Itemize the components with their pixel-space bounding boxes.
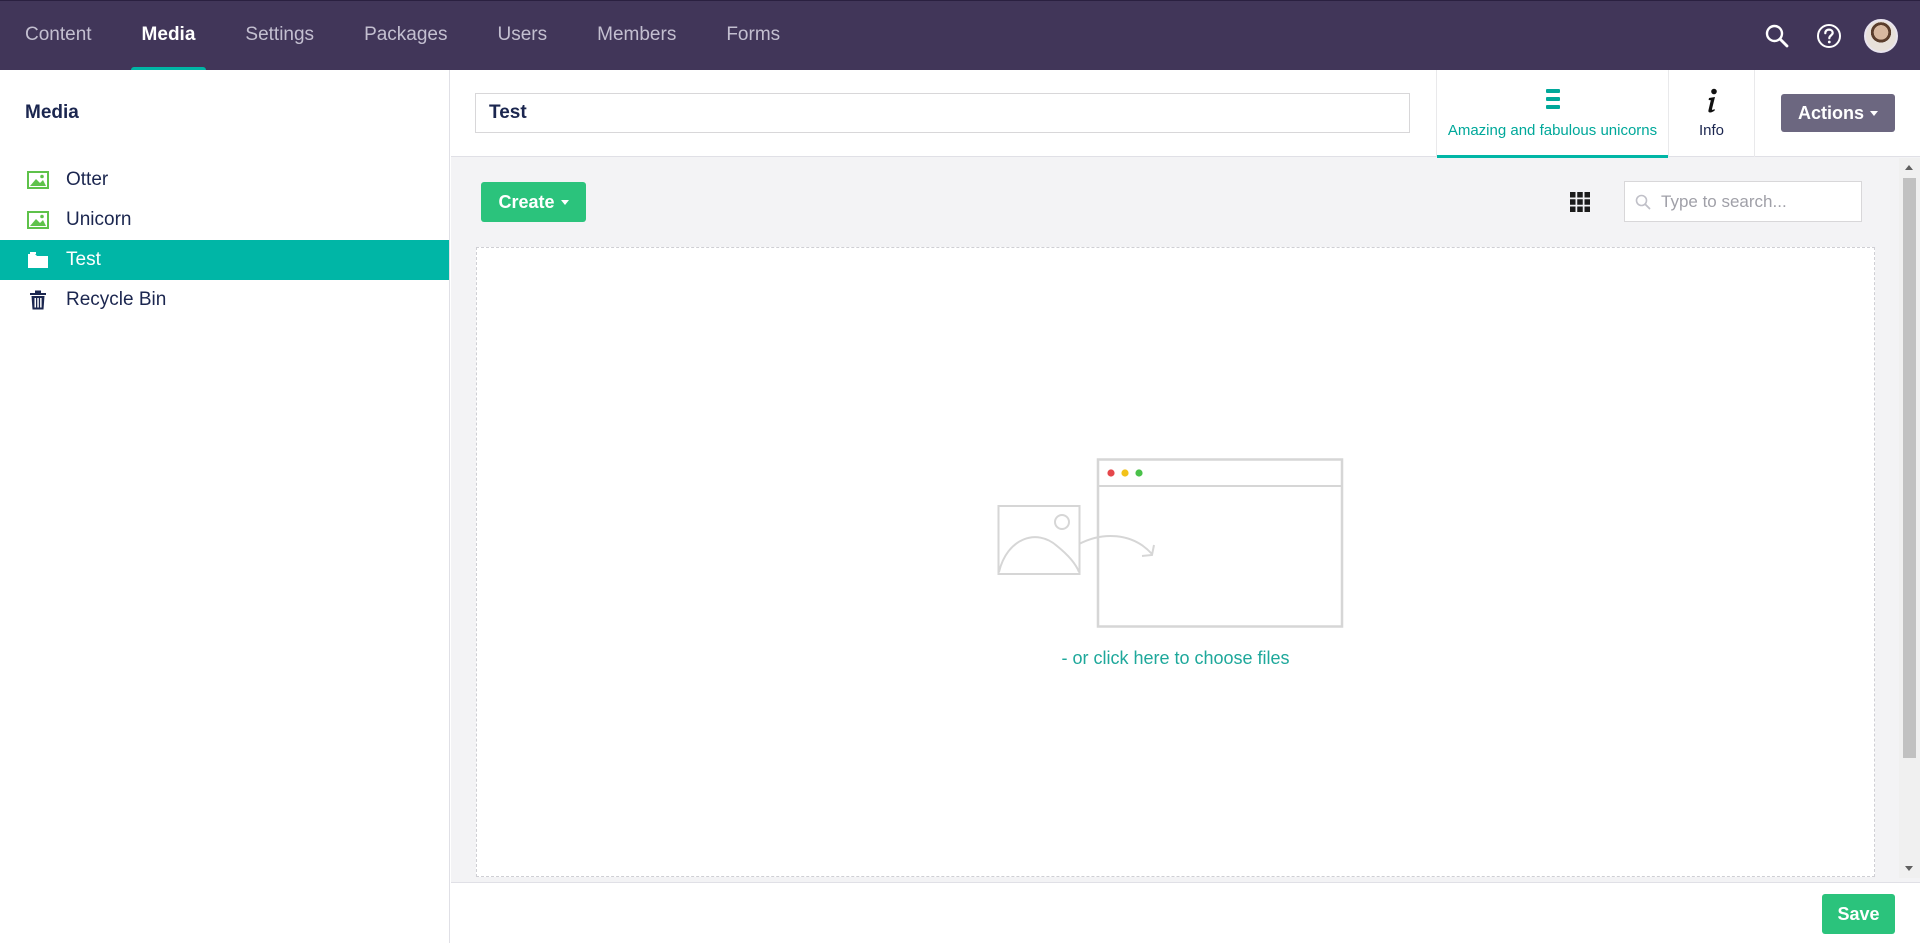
section-nav: Content Media Settings Packages Users Me… [0, 1, 805, 71]
upload-illustration [997, 458, 1344, 628]
actions-label: Actions [1797, 102, 1864, 123]
picture-icon [26, 208, 50, 232]
top-navigation-bar: Content Media Settings Packages Users Me… [0, 0, 1920, 71]
search-button[interactable] [1751, 1, 1803, 71]
user-avatar[interactable] [1864, 19, 1898, 53]
tree-item-label: Otter [66, 169, 109, 190]
create-button[interactable]: Create [481, 182, 586, 222]
grid-icon [1570, 192, 1590, 212]
help-icon [1817, 24, 1841, 48]
app-tab-info[interactable]: Info [1668, 70, 1755, 157]
scroll-up-icon[interactable] [1905, 165, 1913, 170]
nav-content[interactable]: Content [0, 1, 117, 71]
app-tab-label: Amazing and fabulous unicorns [1447, 122, 1658, 139]
top-tools [1751, 1, 1920, 71]
nav-media[interactable]: Media [117, 1, 221, 71]
list-icon [1437, 88, 1668, 112]
editor-panel: Test Amazing and fabulous unicorns Info … [451, 70, 1920, 943]
nav-members[interactable]: Members [572, 1, 701, 71]
tree-item-test[interactable]: Test [0, 240, 449, 280]
file-dropzone[interactable]: - or click here to choose files [476, 247, 1875, 877]
nav-settings[interactable]: Settings [220, 1, 339, 71]
app-tab-unicorns[interactable]: Amazing and fabulous unicorns [1436, 70, 1668, 158]
media-name-input[interactable]: Test [475, 93, 1410, 133]
scroll-thumb[interactable] [1903, 178, 1916, 758]
tree-item-unicorn[interactable]: Unicorn [0, 200, 449, 240]
tree-item-otter[interactable]: Otter [0, 160, 449, 200]
editor-footer: Save [451, 882, 1920, 943]
save-button[interactable]: Save [1822, 894, 1895, 934]
list-search [1624, 181, 1862, 222]
caret-down-icon [560, 199, 569, 205]
actions-button[interactable]: Actions [1781, 94, 1895, 132]
search-input[interactable] [1661, 191, 1851, 212]
scroll-down-icon[interactable] [1905, 866, 1913, 871]
search-icon [1635, 194, 1651, 209]
create-label: Create [498, 191, 555, 212]
media-tree: Otter Unicorn Test Recycle Bin [0, 160, 449, 320]
tree-item-label: Unicorn [66, 209, 132, 230]
app-tab-label: Info [1698, 122, 1725, 139]
tree-item-recycle-bin[interactable]: Recycle Bin [0, 280, 449, 320]
nav-packages[interactable]: Packages [339, 1, 472, 71]
layout-toggle[interactable] [1567, 189, 1593, 215]
trash-icon [26, 288, 50, 312]
folder-icon [26, 248, 50, 272]
caret-down-icon [1870, 110, 1878, 116]
nav-users[interactable]: Users [473, 1, 573, 71]
help-button[interactable] [1803, 1, 1855, 71]
tree-item-label: Test [66, 249, 101, 270]
info-icon [1669, 88, 1754, 113]
search-icon [1765, 24, 1789, 48]
tree-item-label: Recycle Bin [66, 289, 167, 310]
editor-header: Test Amazing and fabulous unicorns Info … [451, 70, 1920, 158]
sidebar: Media Otter Unicorn Test Recycle Bin [0, 70, 450, 943]
sidebar-title: Media [25, 102, 79, 123]
content-scrollbar[interactable] [1899, 158, 1920, 878]
choose-files-link[interactable]: - or click here to choose files [477, 648, 1874, 669]
nav-forms[interactable]: Forms [701, 1, 805, 71]
picture-icon [26, 168, 50, 192]
